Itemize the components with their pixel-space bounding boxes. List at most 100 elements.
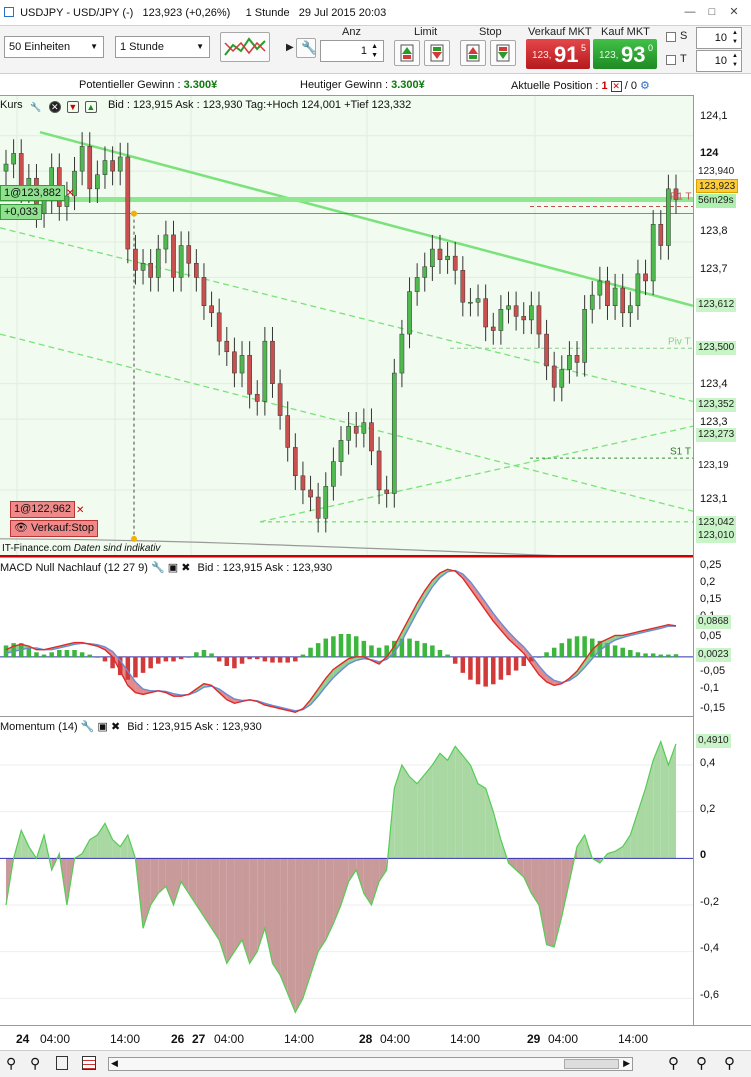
play-arrow-icon[interactable]: ▶: [286, 42, 294, 53]
price-chart[interactable]: R1 T Piv T S1 T: [0, 96, 693, 558]
stop-order-tag[interactable]: 1@122,962: [10, 501, 76, 518]
macd-panel-quote: Bid : 123,915 Ask : 123,930: [197, 562, 333, 574]
time-axis[interactable]: 24 04:00 14:00 26 27 04:00 14:00 28 04:0…: [0, 1025, 751, 1050]
scroll-right-icon[interactable]: ▶: [623, 1058, 630, 1069]
candle: [376, 450, 382, 491]
spinner-icon[interactable]: ▲ ▼: [732, 52, 738, 70]
t-checkbox[interactable]: [666, 55, 676, 65]
sell-arrow-icon[interactable]: ▼: [66, 101, 79, 113]
limit-buy-button[interactable]: [394, 40, 420, 66]
histogram-bar: [254, 656, 260, 660]
wrench-icon[interactable]: 🔧: [81, 721, 95, 733]
zoom-reset-icon[interactable]: ⚲: [724, 1054, 735, 1072]
histogram-bar: [369, 645, 374, 657]
remove-icon[interactable]: ✕: [48, 101, 61, 113]
units-select[interactable]: 50 Einheiten ▼: [4, 36, 104, 58]
candle: [597, 280, 603, 296]
macd-panel[interactable]: MACD Null Nachlauf (12 27 9) 🔧 ▣ ✖ Bid :…: [0, 557, 693, 716]
candle: [483, 298, 488, 328]
time-label: 14:00: [618, 1032, 649, 1046]
spinner-icon[interactable]: ▲ ▼: [732, 29, 738, 47]
histogram-bar: [171, 656, 176, 662]
horizontal-scrollbar[interactable]: ◀ ▶: [108, 1057, 633, 1071]
sell-label: Verkauf MKT: [528, 26, 592, 38]
t-input[interactable]: 10 ▲ ▼: [696, 50, 742, 72]
price-tag-trend: 123,273: [696, 428, 737, 442]
macd-chart[interactable]: [0, 558, 693, 717]
period-select[interactable]: 1 Stunde ▼: [115, 36, 210, 58]
window-icon[interactable]: ▣: [97, 721, 107, 733]
stop-buy-button[interactable]: [460, 40, 486, 66]
time-label: 04:00: [40, 1032, 71, 1046]
position-label: Aktuelle Position :: [511, 80, 599, 92]
limit-sell-button[interactable]: [424, 40, 450, 66]
histogram-bar: [559, 643, 565, 657]
macd-axis[interactable]: 0,25 0,2 0,15 0,1 0,05 -0,05 -0,1 -0,15: [693, 557, 751, 716]
inspect-icon[interactable]: ⚲: [30, 1055, 40, 1072]
histogram-bar: [216, 656, 222, 662]
scroll-thumb[interactable]: [564, 1059, 619, 1069]
source-note-disclaimer: Daten sind indikativ: [73, 543, 161, 554]
histogram-bar: [521, 656, 526, 666]
momentum-panel[interactable]: Momentum (14) 🔧 ▣ ✖ Bid : 123,915 Ask : …: [0, 716, 693, 1025]
histogram-bar: [34, 652, 39, 657]
minimize-icon[interactable]: —: [683, 6, 697, 18]
momentum-chart[interactable]: [0, 717, 693, 1026]
histogram-bar: [57, 650, 62, 657]
price-tick: 123,7: [700, 263, 728, 275]
remove-icon[interactable]: ✖: [111, 721, 120, 733]
sell-market-button[interactable]: 123, 91 5: [526, 39, 590, 69]
anz-value: 1: [360, 45, 367, 57]
wrench-icon[interactable]: 🔧: [30, 102, 42, 114]
stop-sell-button[interactable]: [490, 40, 516, 66]
candle: [643, 273, 648, 282]
maximize-icon[interactable]: □: [705, 6, 719, 18]
scroll-left-icon[interactable]: ◀: [111, 1058, 118, 1069]
momentum-area: [653, 741, 661, 859]
histogram-bar: [650, 653, 656, 657]
remove-icon[interactable]: ✖: [181, 562, 190, 574]
position-tag[interactable]: 1@123,882: [0, 185, 66, 201]
cancel-stop-icon[interactable]: ✕: [76, 506, 86, 516]
anz-input[interactable]: 1 ▲ ▼: [320, 40, 384, 62]
gears-icon[interactable]: ⚙: [640, 80, 650, 92]
price-panel[interactable]: R1 T Piv T S1 T Kurs 🔧 ✕ ▼ ▲ Bid : 123,915…: [0, 95, 693, 558]
zoom-fit-icon[interactable]: ⚲: [668, 1054, 679, 1072]
s-checkbox[interactable]: [666, 32, 676, 42]
histogram-bar: [209, 653, 214, 657]
close-icon[interactable]: ✕: [727, 6, 741, 18]
candle: [490, 326, 496, 331]
close-position-tag-icon[interactable]: ✕: [66, 189, 76, 199]
zoom-in-icon[interactable]: ⚲: [6, 1055, 16, 1072]
buy-market-button[interactable]: 123, 93 0: [593, 39, 657, 69]
sell-price-pip: 5: [581, 43, 587, 53]
candle: [186, 245, 192, 264]
buy-price-pip: 0: [648, 43, 654, 53]
stop-order-type[interactable]: 👁 Verkauf:Stop: [10, 520, 99, 537]
data-table-icon[interactable]: [82, 1056, 96, 1070]
sell-price-prefix: 123,: [532, 50, 552, 61]
indicators-button[interactable]: [220, 32, 270, 62]
price-tag-s1: 123,19: [696, 459, 731, 473]
wrench-button[interactable]: 🔧: [296, 38, 317, 58]
price-tag-channel-mid: 123,352: [696, 398, 737, 412]
buy-arrow-icon[interactable]: ▲: [84, 101, 97, 113]
candle: [650, 224, 656, 282]
momentum-axis[interactable]: 0,4 0,2 0 -0,2 -0,4 -0,6: [693, 716, 751, 1025]
price-panel-quote: Bid : 123,915 Ask : 123,930 Tag:+Hoch 12…: [107, 99, 412, 111]
info-bar: Potentieller Gewinn : 3.300¥ Heutiger Ge…: [0, 76, 751, 95]
zoom-out-icon[interactable]: ⚲: [696, 1054, 707, 1072]
wrench-icon[interactable]: 🔧: [151, 562, 165, 574]
window-icon[interactable]: ▣: [168, 562, 178, 574]
momentum-area: [280, 858, 288, 994]
s-input[interactable]: 10 ▲ ▼: [696, 27, 742, 49]
calculator-icon[interactable]: [56, 1056, 68, 1070]
momentum-area: [546, 858, 555, 947]
candle: [216, 312, 222, 342]
histogram-bar: [544, 652, 549, 657]
close-position-icon[interactable]: ✕: [610, 81, 622, 92]
momentum-area: [219, 858, 227, 964]
spinner-icon[interactable]: ▲ ▼: [371, 42, 378, 60]
histogram-bar: [460, 656, 466, 673]
macd-tick: 0,05: [700, 630, 722, 642]
